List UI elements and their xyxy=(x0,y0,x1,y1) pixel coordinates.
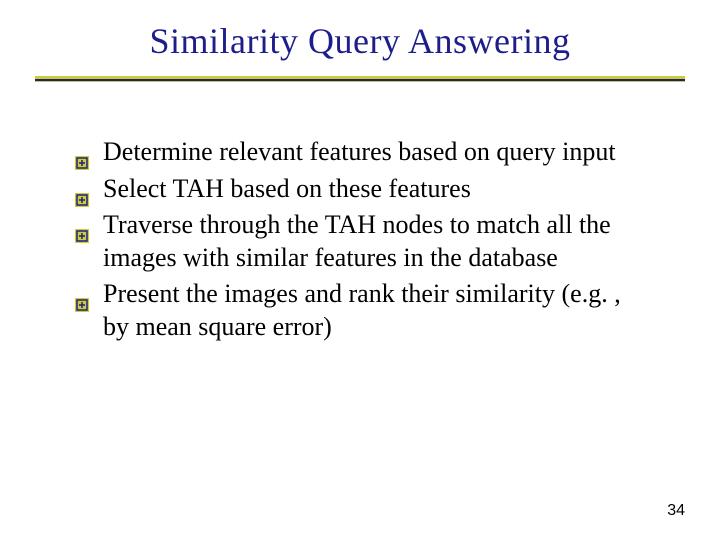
slide-title: Similarity Query Answering xyxy=(50,20,670,62)
bullet-text: Traverse through the TAH nodes to match … xyxy=(103,210,611,272)
page-number: 34 xyxy=(667,502,685,520)
list-item: Select TAH based on these features xyxy=(75,173,640,206)
bullet-icon xyxy=(75,183,89,197)
bullet-text: Determine relevant features based on que… xyxy=(103,137,616,166)
bullet-text: Present the images and rank their simila… xyxy=(103,279,621,341)
bullet-icon xyxy=(75,288,89,302)
title-divider xyxy=(50,76,670,86)
list-item: Present the images and rank their simila… xyxy=(75,278,640,343)
bullet-icon xyxy=(75,219,89,233)
list-item: Traverse through the TAH nodes to match … xyxy=(75,209,640,274)
bullet-list: Determine relevant features based on que… xyxy=(50,136,670,343)
list-item: Determine relevant features based on que… xyxy=(75,136,640,169)
bullet-icon xyxy=(75,146,89,160)
bullet-text: Select TAH based on these features xyxy=(103,174,471,203)
